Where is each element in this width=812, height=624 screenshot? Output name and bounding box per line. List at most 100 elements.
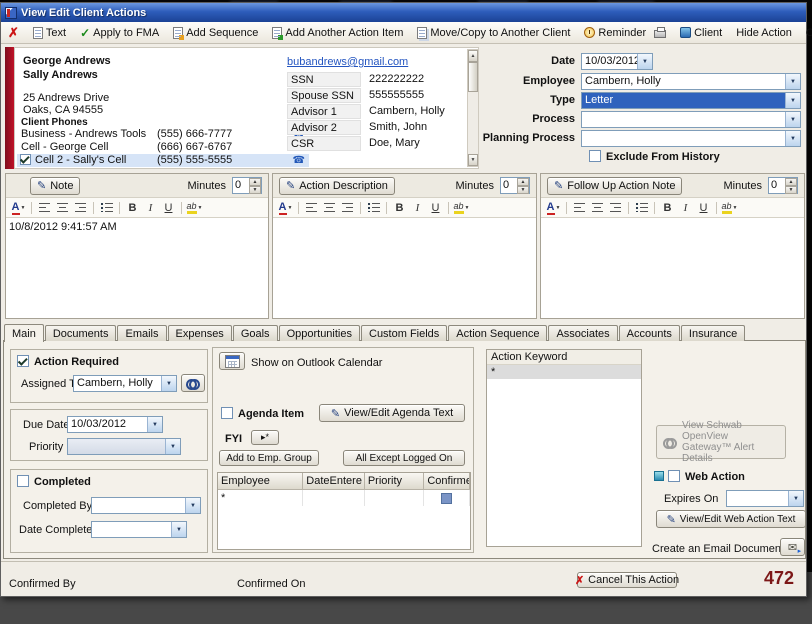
align-left-button[interactable] (36, 200, 53, 216)
chevron-down-icon[interactable]: ▼ (165, 439, 180, 454)
tab-action-sequence[interactable]: Action Sequence (448, 325, 548, 341)
phone-icon[interactable]: ☎ (293, 155, 305, 166)
align-center-button[interactable] (321, 200, 338, 216)
italic-button[interactable]: I (409, 200, 426, 216)
add-sequence-button[interactable]: Add Sequence (169, 24, 262, 42)
spin-up-icon[interactable]: ▲ (785, 178, 797, 186)
highlight-button[interactable]: ab ▼ (453, 200, 470, 216)
tab-goals[interactable]: Goals (232, 325, 278, 341)
tab-accounts[interactable]: Accounts (618, 325, 680, 341)
assigned-to-combo[interactable]: Cambern, Holly ▼ (73, 375, 177, 392)
title-bar[interactable]: View Edit Client Actions (1, 3, 806, 22)
hide-action-button[interactable]: Hide Action (732, 24, 796, 42)
print-button[interactable] (650, 24, 670, 42)
chevron-down-icon[interactable]: ▼ (785, 74, 800, 89)
fyi-button[interactable]: ▸* (251, 430, 279, 445)
spin-down-icon[interactable]: ▼ (517, 186, 529, 194)
completed-by-combo[interactable]: ▼ (91, 497, 201, 514)
action-keyword-panel[interactable]: Action Keyword * (486, 349, 642, 547)
bold-button[interactable]: B (659, 200, 676, 216)
font-color-button[interactable]: A ▼ (545, 200, 562, 216)
client-button[interactable]: Client (676, 24, 726, 42)
chevron-down-icon[interactable]: ▼ (785, 131, 800, 146)
bullet-list-button[interactable] (365, 200, 382, 216)
align-left-button[interactable] (571, 200, 588, 216)
chevron-down-icon[interactable]: ▼ (785, 93, 800, 108)
tab-main[interactable]: Main (4, 324, 44, 342)
font-color-button[interactable]: A ▼ (277, 200, 294, 216)
chevron-down-icon[interactable]: ▼ (185, 498, 200, 513)
schwab-openview-button[interactable]: View Schwab OpenView Gateway™ Alert Deta… (656, 420, 786, 464)
chevron-down-icon[interactable]: ▼ (171, 522, 186, 537)
align-center-button[interactable] (54, 200, 71, 216)
grid-header-confirmed[interactable]: Confirme (424, 473, 470, 490)
bullet-list-button[interactable] (633, 200, 650, 216)
phone-row-selected[interactable]: Cell 2 - Sally's Cell (555) 555-5555 ☎ (17, 154, 309, 167)
web-action-checkbox[interactable] (668, 470, 680, 482)
tab-opportunities[interactable]: Opportunities (278, 325, 360, 341)
bullet-list-button[interactable] (98, 200, 115, 216)
align-right-button[interactable] (607, 200, 624, 216)
minutes-spinner[interactable]: 0 ▲ ▼ (500, 177, 530, 194)
agenda-item-checkbox[interactable] (221, 407, 233, 419)
italic-button[interactable]: I (142, 200, 159, 216)
grid-row[interactable]: * (218, 490, 470, 506)
move-copy-button[interactable]: Move/Copy to Another Client (413, 24, 574, 42)
font-color-button[interactable]: A ▼ (10, 200, 27, 216)
align-left-button[interactable] (303, 200, 320, 216)
view-edit-web-action-button[interactable]: ✎ View/Edit Web Action Text (656, 510, 806, 528)
close-button[interactable]: Close (802, 24, 812, 42)
chevron-down-icon[interactable]: ▼ (161, 376, 176, 391)
underline-button[interactable]: U (695, 200, 712, 216)
note-button[interactable]: ✎ Note (30, 176, 81, 195)
minutes-value[interactable]: 0 (501, 178, 517, 193)
minutes-value[interactable]: 0 (233, 178, 249, 193)
add-another-action-item-button[interactable]: Add Another Action Item (268, 24, 407, 42)
action-description-button[interactable]: ✎ Action Description (279, 176, 395, 195)
confirmed-checkbox-icon[interactable] (441, 492, 453, 504)
chevron-down-icon[interactable]: ▼ (788, 491, 803, 506)
view-edit-agenda-button[interactable]: ✎ View/Edit Agenda Text (319, 404, 465, 422)
italic-button[interactable]: I (677, 200, 694, 216)
underline-button[interactable]: U (427, 200, 444, 216)
tab-insurance[interactable]: Insurance (680, 325, 746, 341)
create-email-document-button[interactable]: ✉ ▸ (780, 538, 805, 556)
process-combo[interactable]: ▼ (581, 111, 801, 128)
tab-expenses[interactable]: Expenses (167, 325, 232, 341)
employee-grid[interactable]: Employee DateEntere Priority Confirme * (217, 472, 471, 550)
action-keyword-row[interactable]: * (487, 365, 641, 379)
phone-row[interactable]: Business - Andrews Tools (555) 666-7777 … (17, 128, 309, 141)
tab-emails[interactable]: Emails (117, 325, 167, 341)
expires-on-combo[interactable]: ▼ (726, 490, 804, 507)
delete-action-button[interactable]: ✗ (4, 24, 23, 42)
all-except-logged-on-button[interactable]: All Except Logged On (343, 450, 465, 466)
align-center-button[interactable] (589, 200, 606, 216)
action-description-content[interactable] (273, 219, 536, 318)
exclude-from-history-checkbox[interactable] (589, 150, 601, 162)
reminder-button[interactable]: Reminder (580, 24, 650, 42)
minutes-value[interactable]: 0 (769, 178, 785, 193)
follow-up-action-note-button[interactable]: ✎ Follow Up Action Note (547, 176, 683, 195)
date-completed-combo[interactable]: ▼ (91, 521, 187, 538)
follow-up-note-content[interactable] (541, 219, 804, 318)
bold-button[interactable]: B (391, 200, 408, 216)
highlight-button[interactable]: ab ▼ (721, 200, 738, 216)
tab-documents[interactable]: Documents (44, 325, 117, 341)
bold-button[interactable]: B (124, 200, 141, 216)
spin-up-icon[interactable]: ▲ (249, 178, 261, 186)
grid-header-date-entered[interactable]: DateEntere (303, 473, 365, 490)
grid-header-priority[interactable]: Priority (364, 473, 425, 490)
highlight-button[interactable]: ab ▼ (186, 200, 203, 216)
outlook-calendar-button[interactable] (219, 352, 245, 370)
align-right-button[interactable] (339, 200, 356, 216)
chevron-down-icon[interactable]: ▼ (785, 112, 800, 127)
spin-up-icon[interactable]: ▲ (517, 178, 529, 186)
due-date-combo[interactable]: 10/03/2012 ▼ (67, 416, 163, 433)
minutes-spinner[interactable]: 0 ▲ ▼ (768, 177, 798, 194)
apply-to-fma-button[interactable]: ✓ Apply to FMA (76, 24, 163, 42)
cancel-this-action-button[interactable]: ✗ Cancel This Action (575, 572, 679, 588)
tab-custom-fields[interactable]: Custom Fields (361, 325, 448, 341)
employee-combo[interactable]: Cambern, Holly ▼ (581, 73, 801, 90)
tab-associates[interactable]: Associates (548, 325, 618, 341)
spin-down-icon[interactable]: ▼ (249, 186, 261, 194)
